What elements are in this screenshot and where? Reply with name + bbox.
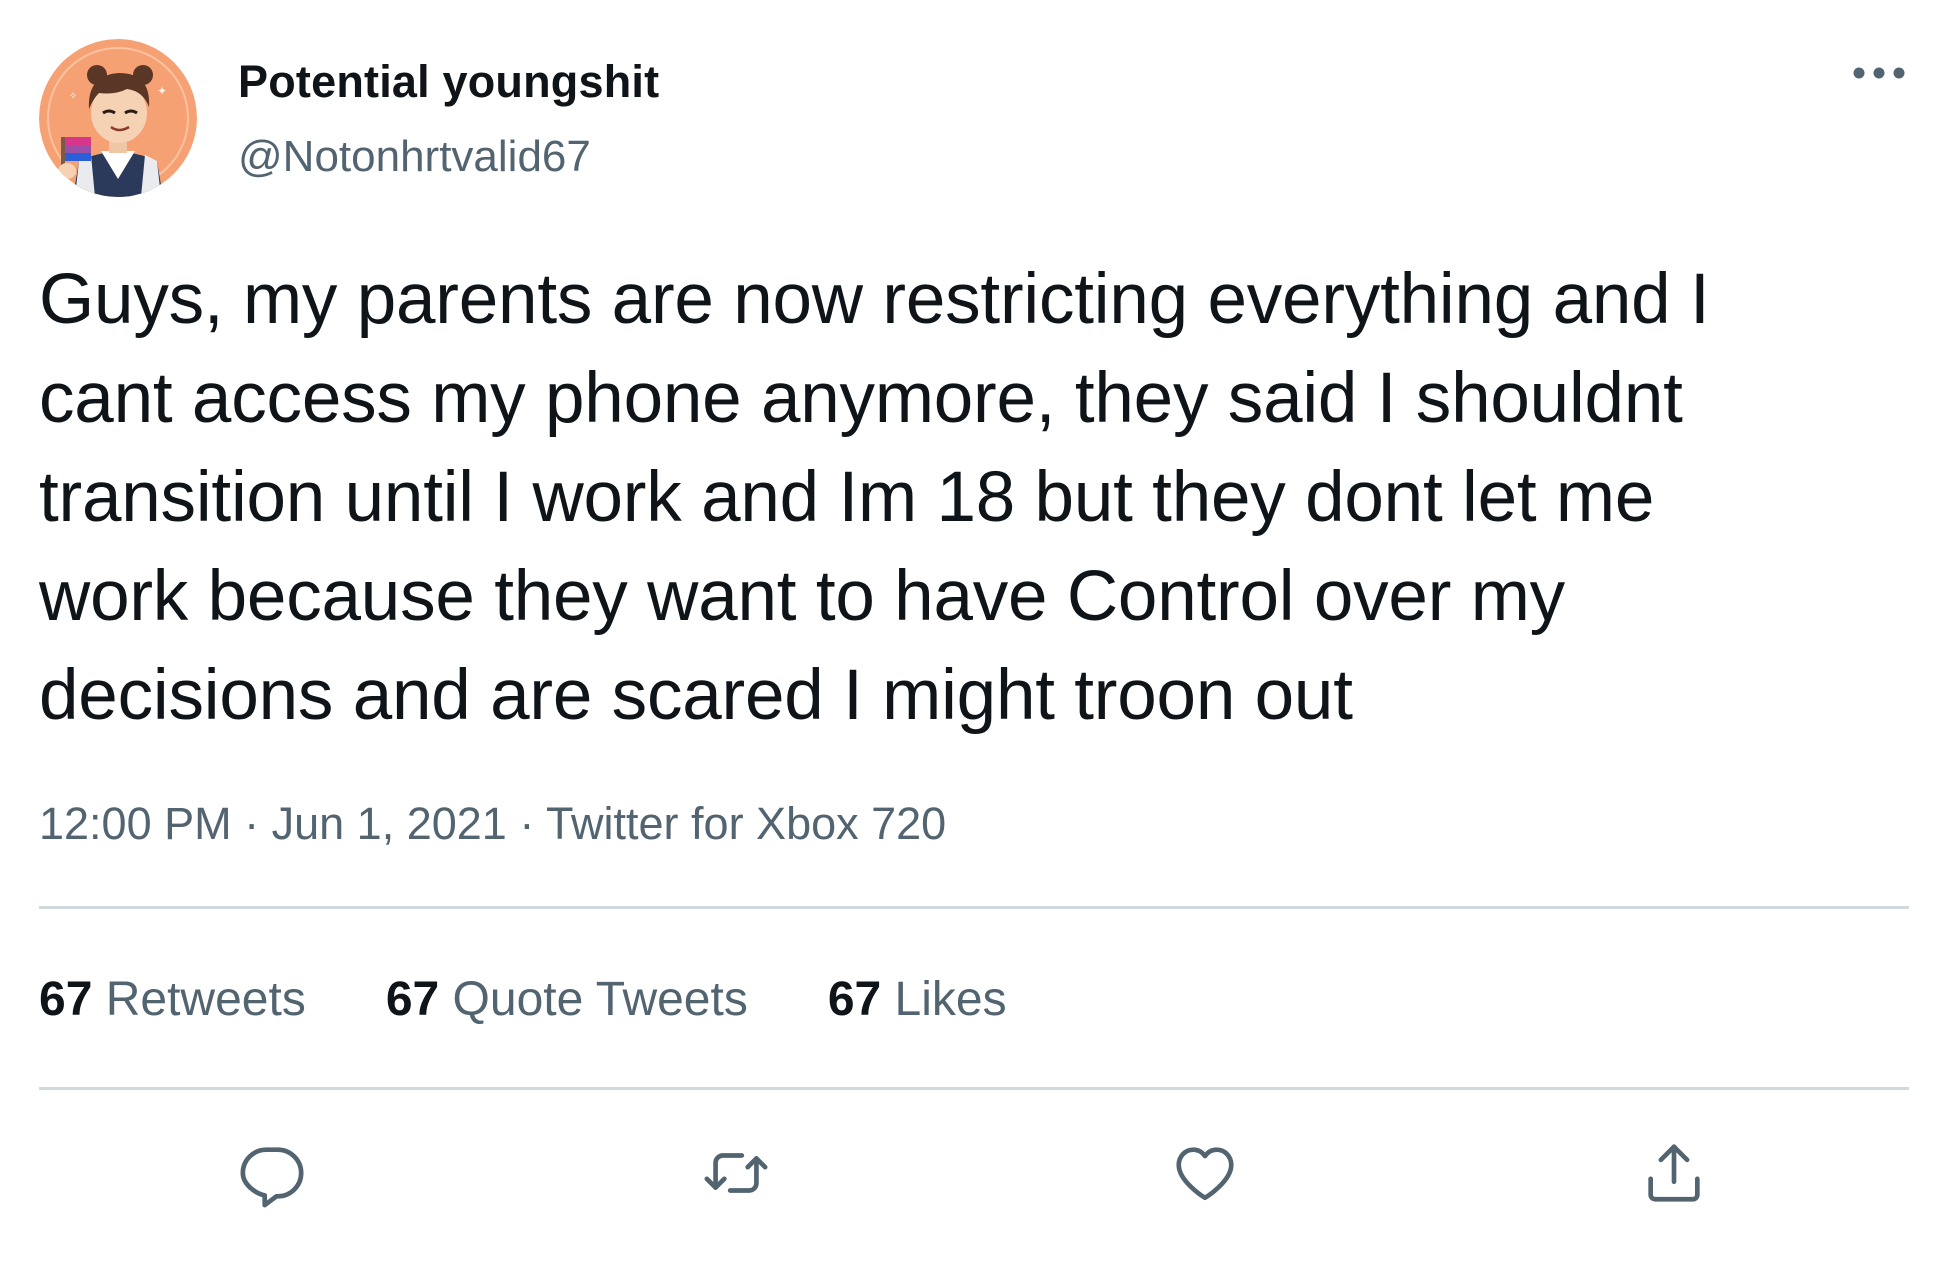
quote-tweets-stat[interactable]: 67 Quote Tweets xyxy=(386,972,748,1027)
meta-separator: · xyxy=(231,798,272,849)
likes-stat[interactable]: 67 Likes xyxy=(828,972,1007,1027)
retweet-button[interactable] xyxy=(698,1135,774,1211)
tweet-time[interactable]: 12:00 PM xyxy=(39,798,232,849)
divider xyxy=(39,1087,1909,1090)
share-icon xyxy=(1648,1144,1700,1202)
more-horizontal-icon xyxy=(1853,67,1905,79)
like-button[interactable] xyxy=(1167,1135,1243,1211)
reply-icon xyxy=(240,1147,304,1208)
meta-separator: · xyxy=(506,798,547,849)
retweet-icon xyxy=(704,1153,768,1193)
user-handle[interactable]: @Notonhrtvalid67 xyxy=(238,132,591,182)
tweet-source[interactable]: Twitter for Xbox 720 xyxy=(546,798,946,849)
heart-icon xyxy=(1176,1147,1234,1201)
retweets-count: 67 xyxy=(39,973,93,1026)
tweet-date[interactable]: Jun 1, 2021 xyxy=(272,798,507,849)
svg-text:✧: ✧ xyxy=(69,91,77,102)
reply-button[interactable] xyxy=(234,1135,310,1211)
quote-tweets-label: Quote Tweets xyxy=(439,973,748,1026)
svg-text:✦: ✦ xyxy=(157,84,167,98)
retweets-label: Retweets xyxy=(92,973,306,1026)
display-name[interactable]: Potential youngshit xyxy=(238,56,659,108)
divider xyxy=(39,906,1909,909)
tweet-meta: 12:00 PM · Jun 1, 2021 · Twitter for Xbo… xyxy=(39,798,946,850)
retweets-stat[interactable]: 67 Retweets xyxy=(39,972,306,1027)
tweet-stats: 67 Retweets 67 Quote Tweets 67 Likes xyxy=(39,972,1087,1027)
avatar[interactable]: ✦ ✧ xyxy=(39,39,197,197)
quote-tweets-count: 67 xyxy=(385,973,440,1026)
likes-label: Likes xyxy=(881,973,1007,1026)
avatar-illustration: ✦ ✧ xyxy=(39,39,197,197)
tweet-text: Guys, my parents are now restricting eve… xyxy=(39,260,1710,735)
tweet-card: ✦ ✧ Potential youngshit @Notonhrtvalid67… xyxy=(0,0,1940,1280)
more-options-button[interactable] xyxy=(1844,44,1914,102)
share-button[interactable] xyxy=(1636,1135,1712,1211)
likes-count: 67 xyxy=(827,973,882,1026)
